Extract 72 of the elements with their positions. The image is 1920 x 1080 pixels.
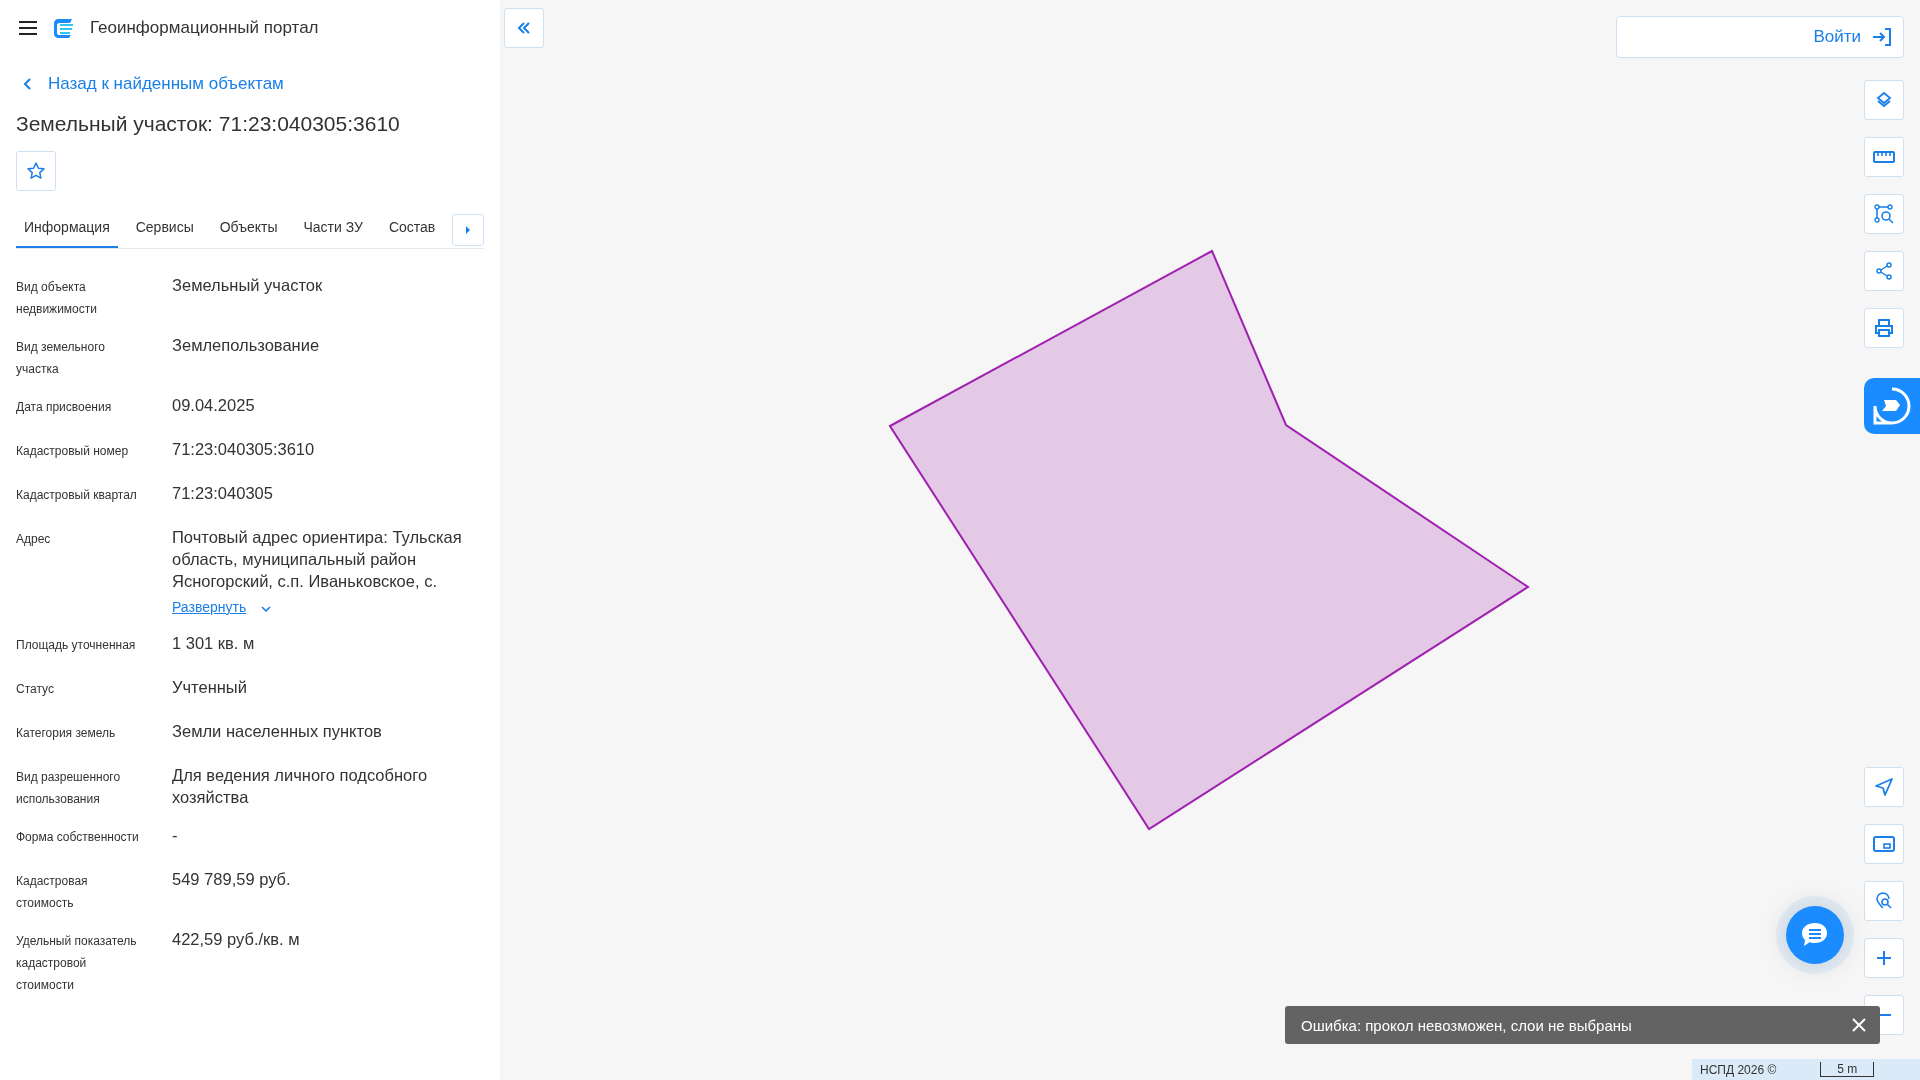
property-value: Почтовый адрес ориентира: Тульская область, муниципальный район Ясногорский, с.п. Иваньковское, с. bbox=[172, 527, 463, 592]
layers-icon bbox=[1875, 91, 1893, 109]
print-icon bbox=[1874, 318, 1894, 338]
side-tab-button[interactable] bbox=[1864, 378, 1920, 434]
map-tool-button[interactable] bbox=[1864, 824, 1904, 864]
zoom-in-icon bbox=[1876, 950, 1892, 966]
tab[interactable]: Сервисы bbox=[127, 210, 202, 248]
portal-title: Геоинформационный портал bbox=[90, 18, 319, 38]
property-value: 71:23:040305 bbox=[172, 483, 274, 504]
ruler-icon bbox=[1873, 151, 1895, 163]
property-value: Землепользование bbox=[172, 335, 321, 356]
caret-right-icon bbox=[465, 225, 471, 235]
location-search-icon bbox=[1875, 892, 1893, 910]
map-tool-button[interactable] bbox=[1864, 767, 1904, 807]
scale-bar: 5 m bbox=[1820, 1062, 1875, 1077]
snackbar-message: Ошибка: прокол невозможен, слои не выбраны bbox=[1301, 1016, 1632, 1034]
property-value: 549 789,59 руб. bbox=[172, 869, 292, 890]
property-label: Статус bbox=[16, 681, 55, 698]
back-link-text[interactable]: Назад к найденным объектам bbox=[48, 74, 284, 94]
property-value: Учтенный bbox=[172, 677, 248, 698]
property-label: Удельный показатель кадастровой стоимости bbox=[16, 933, 138, 994]
property-label: Вид разрешенного использования bbox=[16, 769, 122, 808]
chat-button[interactable] bbox=[1786, 906, 1844, 964]
map-tool-button[interactable] bbox=[1864, 881, 1904, 921]
navigation-icon bbox=[1875, 778, 1893, 796]
property-value: 1 301 кв. м bbox=[172, 633, 256, 654]
property-value: 71:23:040305:3610 bbox=[172, 439, 316, 460]
property-label: Адрес bbox=[16, 531, 52, 548]
property-label: Вид земельного участка bbox=[16, 339, 106, 378]
tab[interactable]: Информация bbox=[16, 210, 118, 248]
logo-icon bbox=[52, 16, 76, 40]
close-icon[interactable] bbox=[1852, 1018, 1866, 1032]
area-search-icon bbox=[1874, 204, 1894, 224]
share-icon bbox=[1875, 262, 1893, 280]
property-label: Форма собственности bbox=[16, 829, 140, 846]
object-title: Земельный участок: 71:23:040305:3610 bbox=[16, 112, 401, 136]
chevron-left-icon bbox=[24, 78, 32, 90]
minimap-icon bbox=[1873, 836, 1895, 852]
tab[interactable]: Объекты bbox=[211, 210, 286, 248]
login-icon bbox=[1871, 27, 1893, 47]
map-tool-button[interactable] bbox=[1864, 194, 1904, 234]
collapse-panel-button[interactable] bbox=[504, 8, 544, 48]
back-link[interactable]: Назад к найденным объектам bbox=[24, 74, 484, 94]
property-value: - bbox=[172, 825, 179, 846]
property-value: 09.04.2025 bbox=[172, 395, 256, 416]
map-tool-button[interactable] bbox=[1864, 938, 1904, 978]
property-value: Земли населенных пунктов bbox=[172, 721, 383, 742]
login-button[interactable]: Войти bbox=[1616, 16, 1904, 58]
tab[interactable]: Части ЗУ bbox=[295, 210, 371, 248]
property-value: Для ведения личного подсобного хозяйства bbox=[172, 765, 429, 808]
star-icon bbox=[26, 161, 46, 181]
expand-link[interactable]: Развернуть bbox=[172, 596, 247, 618]
property-label: Кадастровый номер bbox=[16, 443, 130, 460]
copyright-text: НСПД 2026 © bbox=[1700, 1062, 1777, 1077]
chevron-down-icon bbox=[260, 606, 271, 612]
property-value: 422,59 руб./кв. м bbox=[172, 929, 301, 950]
map-book-icon bbox=[1872, 386, 1912, 426]
property-label: Кадастровый квартал bbox=[16, 487, 138, 504]
map-tool-button[interactable] bbox=[1864, 251, 1904, 291]
property-label: Кадастровая стоимость bbox=[16, 873, 89, 912]
property-label: Площадь уточненная bbox=[16, 637, 137, 654]
map-tool-button[interactable] bbox=[1864, 80, 1904, 120]
favorite-button[interactable] bbox=[16, 151, 56, 191]
menu-icon[interactable] bbox=[18, 20, 38, 36]
double-chevron-left-icon bbox=[517, 22, 531, 34]
tab[interactable]: Состав bbox=[380, 210, 444, 248]
property-label: Категория земель bbox=[16, 725, 117, 742]
map-tool-button[interactable] bbox=[1864, 308, 1904, 348]
map-tool-button[interactable] bbox=[1864, 137, 1904, 177]
property-value: Земельный участок bbox=[172, 275, 324, 296]
property-label: Вид объекта недвижимости bbox=[16, 279, 98, 318]
property-label: Дата присвоения bbox=[16, 399, 113, 416]
